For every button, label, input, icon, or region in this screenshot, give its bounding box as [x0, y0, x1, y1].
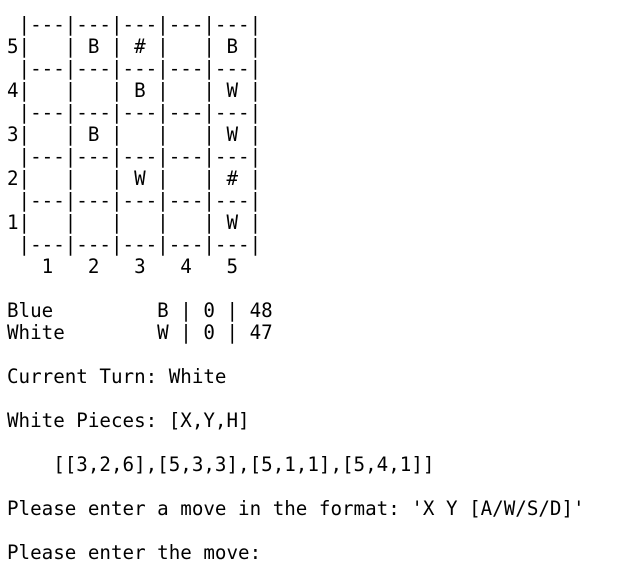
move-input[interactable]: [272, 542, 473, 564]
score-row-blue: Blue B | 0 | 48: [7, 299, 273, 322]
board-separator: |---|---|---|---|---|: [7, 101, 262, 124]
board-row-2: 2| | | W | | # |: [7, 167, 262, 190]
board-separator: |---|---|---|---|---|: [7, 57, 262, 80]
board-column-labels: 1 2 3 4 5: [7, 255, 239, 278]
board-separator: |---|---|---|---|---|: [7, 145, 262, 168]
pieces-list: [[3,2,6],[5,3,3],[5,1,1],[5,4,1]]: [7, 453, 435, 476]
move-prompt-label: Please enter the move:: [7, 541, 273, 564]
current-turn-text: Current Turn: White: [7, 365, 227, 388]
move-format-prompt: Please enter a move in the format: 'X Y …: [7, 497, 585, 520]
move-prompt-line[interactable]: Please enter the move:: [7, 542, 473, 564]
board-row-4: 4| | | B | | W |: [7, 79, 262, 102]
board-separator: |---|---|---|---|---|: [7, 13, 262, 36]
pieces-header: White Pieces: [X,Y,H]: [7, 409, 250, 432]
board-row-3: 3| | B | | | W |: [7, 123, 262, 146]
board-separator: |---|---|---|---|---|: [7, 233, 262, 256]
score-row-white: White W | 0 | 47: [7, 321, 273, 344]
board-row-1: 1| | | | | W |: [7, 211, 262, 234]
board-separator: |---|---|---|---|---|: [7, 189, 262, 212]
board-row-5: 5| | B | # | | B |: [7, 35, 262, 58]
